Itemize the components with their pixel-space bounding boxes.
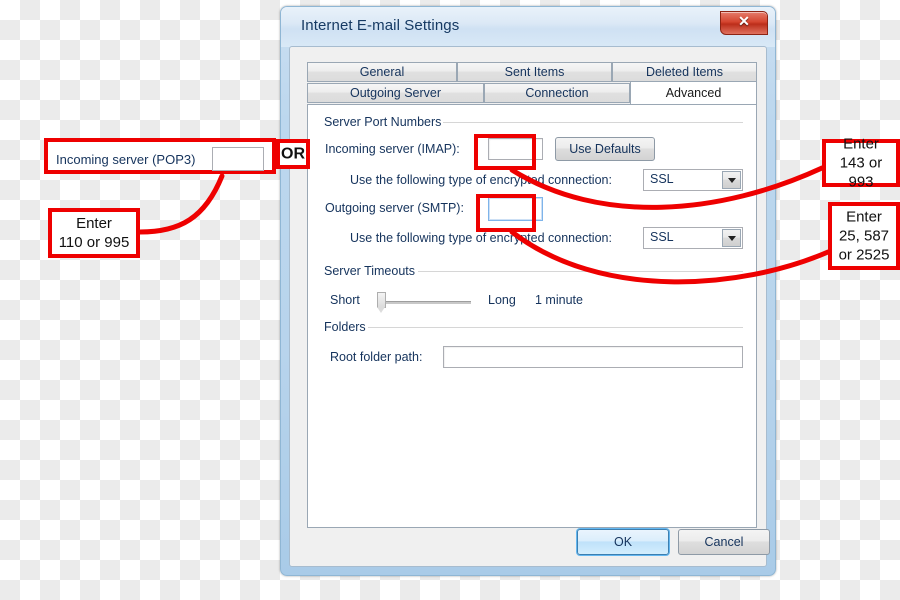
incoming-encryption-select[interactable]: SSL bbox=[643, 169, 743, 191]
annotation-enter-110-995: Enter 110 or 995 bbox=[48, 208, 140, 258]
title-bar[interactable]: Internet E-mail Settings ✕ bbox=[281, 7, 775, 47]
outgoing-encryption-label: Use the following type of encrypted conn… bbox=[350, 231, 612, 245]
tab-outgoing-server[interactable]: Outgoing Server bbox=[307, 83, 484, 103]
annotation-enter-110-line2: 110 or 995 bbox=[58, 234, 130, 251]
root-folder-path-input[interactable] bbox=[443, 346, 743, 368]
window-title: Internet E-mail Settings bbox=[301, 17, 460, 34]
connector-pop3 bbox=[137, 173, 225, 235]
highlight-smtp-port-field bbox=[476, 194, 536, 232]
outgoing-encryption-select[interactable]: SSL bbox=[643, 227, 743, 249]
annotation-pop3-row: Incoming server (POP3) bbox=[44, 138, 276, 174]
group-label-server-port-numbers: Server Port Numbers bbox=[321, 115, 445, 129]
timeout-value-label: 1 minute bbox=[535, 293, 583, 307]
annotation-enter-143-line2: 143 or 993 bbox=[839, 154, 883, 191]
internet-email-settings-dialog: Internet E-mail Settings ✕ General Sent … bbox=[280, 6, 776, 576]
group-rule-server-timeouts bbox=[418, 271, 743, 272]
annotation-pop3-input[interactable] bbox=[212, 147, 264, 171]
chevron-down-icon[interactable] bbox=[722, 171, 741, 189]
close-icon[interactable]: ✕ bbox=[720, 11, 768, 35]
group-label-folders: Folders bbox=[321, 320, 369, 334]
incoming-encryption-label: Use the following type of encrypted conn… bbox=[350, 173, 612, 187]
annotation-enter-110-line1: Enter bbox=[76, 215, 112, 232]
incoming-server-label: Incoming server (IMAP): bbox=[325, 142, 460, 156]
chevron-down-icon[interactable] bbox=[722, 229, 741, 247]
tab-connection[interactable]: Connection bbox=[484, 83, 630, 103]
timeout-slider-thumb[interactable] bbox=[377, 292, 386, 313]
root-folder-path-label: Root folder path: bbox=[330, 350, 423, 364]
timeout-long-label: Long bbox=[488, 293, 516, 307]
close-glyph: ✕ bbox=[738, 13, 750, 29]
annotation-enter-smtp-ports: Enter 25, 587 or 2525 bbox=[828, 202, 900, 270]
tab-general[interactable]: General bbox=[307, 62, 457, 82]
annotation-enter-110-lines: Enter 110 or 995 bbox=[52, 214, 136, 252]
incoming-encryption-value: SSL bbox=[650, 172, 674, 186]
annotation-or-badge: OR bbox=[276, 139, 310, 169]
cancel-button[interactable]: Cancel bbox=[678, 529, 770, 555]
timeout-short-label: Short bbox=[330, 293, 360, 307]
ok-button[interactable]: OK bbox=[577, 529, 669, 555]
outgoing-server-label: Outgoing server (SMTP): bbox=[325, 201, 464, 215]
annotation-enter-143-lines: Enter 143 or 993 bbox=[826, 135, 896, 192]
use-defaults-button[interactable]: Use Defaults bbox=[555, 137, 655, 161]
group-rule-server-port-numbers bbox=[443, 122, 743, 123]
annotation-enter-143-993: Enter 143 or 993 bbox=[822, 136, 900, 191]
annotation-enter-143-line1: Enter bbox=[843, 135, 879, 153]
tab-advanced[interactable]: Advanced bbox=[630, 81, 757, 105]
annotation-enter-smtp-line1: Enter bbox=[846, 208, 882, 226]
highlight-imap-port-field bbox=[474, 134, 536, 170]
annotation-enter-smtp-line2: 25, 587 bbox=[838, 227, 890, 245]
outgoing-encryption-value: SSL bbox=[650, 230, 674, 244]
tab-strip: General Sent Items Deleted Items Outgoin… bbox=[307, 62, 757, 105]
annotation-enter-smtp-lines: Enter 25, 587 or 2525 bbox=[832, 208, 896, 265]
dialog-client-area: General Sent Items Deleted Items Outgoin… bbox=[289, 46, 770, 567]
annotation-or-text: OR bbox=[281, 145, 305, 163]
group-rule-folders bbox=[368, 327, 743, 328]
tab-sent-items[interactable]: Sent Items bbox=[457, 62, 612, 82]
annotation-pop3-label: Incoming server (POP3) bbox=[56, 152, 196, 167]
group-label-server-timeouts: Server Timeouts bbox=[321, 264, 419, 278]
timeout-slider-track[interactable] bbox=[383, 301, 471, 304]
tab-deleted-items[interactable]: Deleted Items bbox=[612, 62, 757, 82]
annotation-enter-smtp-line3: or 2525 bbox=[838, 246, 890, 264]
